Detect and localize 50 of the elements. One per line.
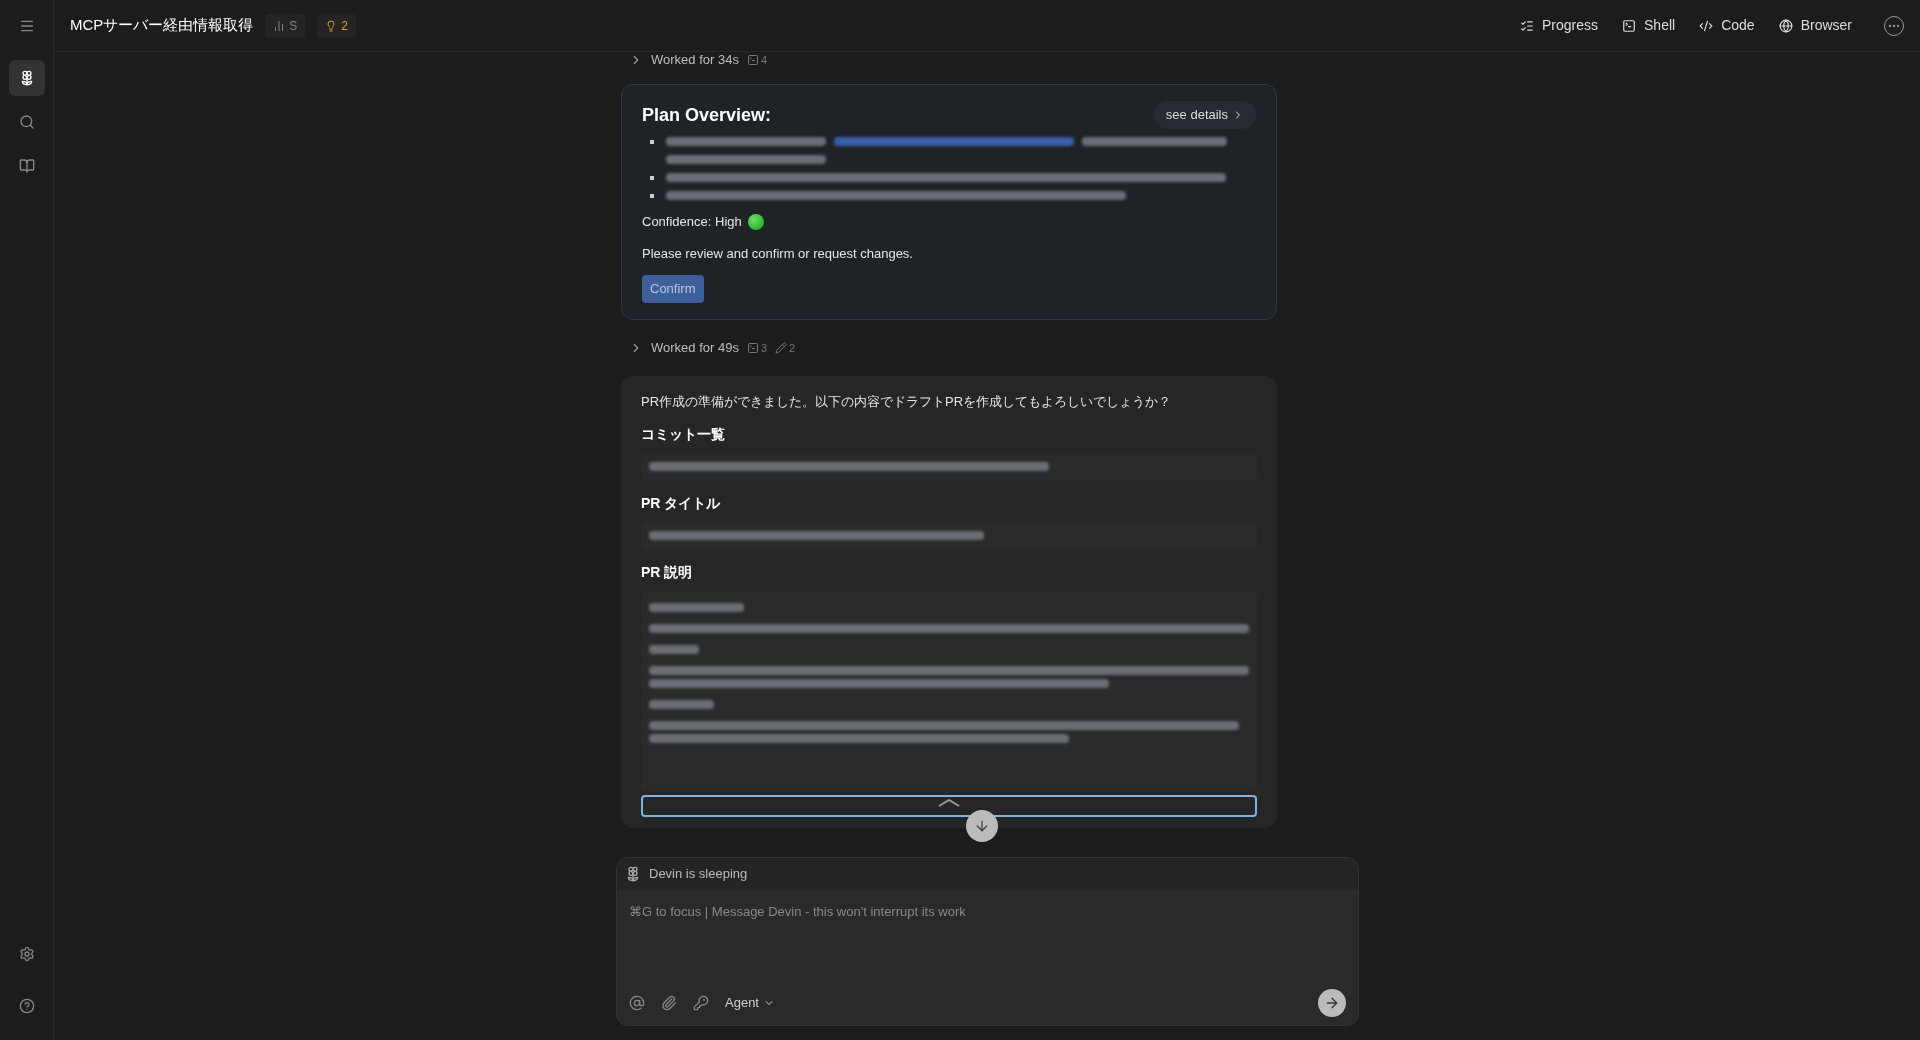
arrow-down-icon <box>974 818 990 834</box>
count-text: 2 <box>789 340 796 356</box>
mode-dropdown[interactable]: Agent <box>725 993 775 1013</box>
redacted-text <box>649 644 699 654</box>
terminal-icon <box>746 342 759 354</box>
terminal-icon <box>1622 18 1637 33</box>
book-icon <box>18 158 35 174</box>
send-button[interactable] <box>1318 989 1346 1017</box>
plan-title: Plan Overview: <box>642 103 772 127</box>
redacted-text <box>649 699 714 709</box>
flower-icon <box>625 866 641 882</box>
status-text: Devin is sleeping <box>649 865 748 884</box>
paperclip-icon[interactable] <box>661 995 677 1011</box>
work-log-label[interactable]: Worked for 49s <box>651 338 739 358</box>
code-icon <box>1699 18 1714 33</box>
section-heading: PR 説明 <box>641 562 694 582</box>
flower-nav-button[interactable] <box>8 60 45 96</box>
message-text: PR作成の準備ができました。以下の内容でドラフトPRを作成してもよろしいでしょうか？ <box>641 393 1173 411</box>
count-text: 3 <box>760 340 768 356</box>
view-tab[interactable]: Browser <box>1778 15 1852 36</box>
alert-badge[interactable]: 2 <box>317 13 357 38</box>
mention-icon[interactable] <box>629 995 645 1011</box>
bar-chart-icon <box>273 19 286 32</box>
message-composer[interactable]: Devin is sleeping ⌘G to focus | Message Devin - this won't interrupt its work Agent <box>616 857 1359 1026</box>
lightbulb-icon <box>325 19 338 32</box>
key-icon[interactable] <box>693 995 709 1011</box>
confirm-button[interactable]: Confirm <box>642 275 704 303</box>
menu-icon <box>18 18 35 34</box>
view-tab[interactable]: Code <box>1699 15 1755 36</box>
see-details-button[interactable]: see details <box>1153 101 1256 129</box>
work-log-label[interactable]: Worked for 34s <box>651 50 739 70</box>
terminal-icon <box>746 54 759 66</box>
help-icon <box>18 998 35 1014</box>
list-icon <box>1520 18 1534 33</box>
count-text: 4 <box>760 52 768 68</box>
stats-badge[interactable]: S <box>265 13 306 38</box>
scroll-down-button[interactable] <box>966 810 998 842</box>
review-note: Please review and confirm or request changes. <box>642 244 914 263</box>
settings-icon <box>18 946 35 962</box>
arrow-right-icon <box>1324 995 1340 1011</box>
confidence-text: Confidence: High <box>642 213 742 231</box>
globe-icon <box>1778 18 1793 33</box>
view-tab[interactable]: Progress <box>1520 15 1599 36</box>
pencil-icon <box>775 342 788 354</box>
session-title: MCPサーバー経由情報取得 <box>70 15 254 36</box>
search-icon <box>18 114 35 130</box>
section-heading: PR タイトル <box>641 493 722 513</box>
chevron-up-icon <box>937 798 961 807</box>
section-heading: コミット一覧 <box>641 424 726 444</box>
view-tab[interactable]: Shell <box>1622 15 1676 36</box>
